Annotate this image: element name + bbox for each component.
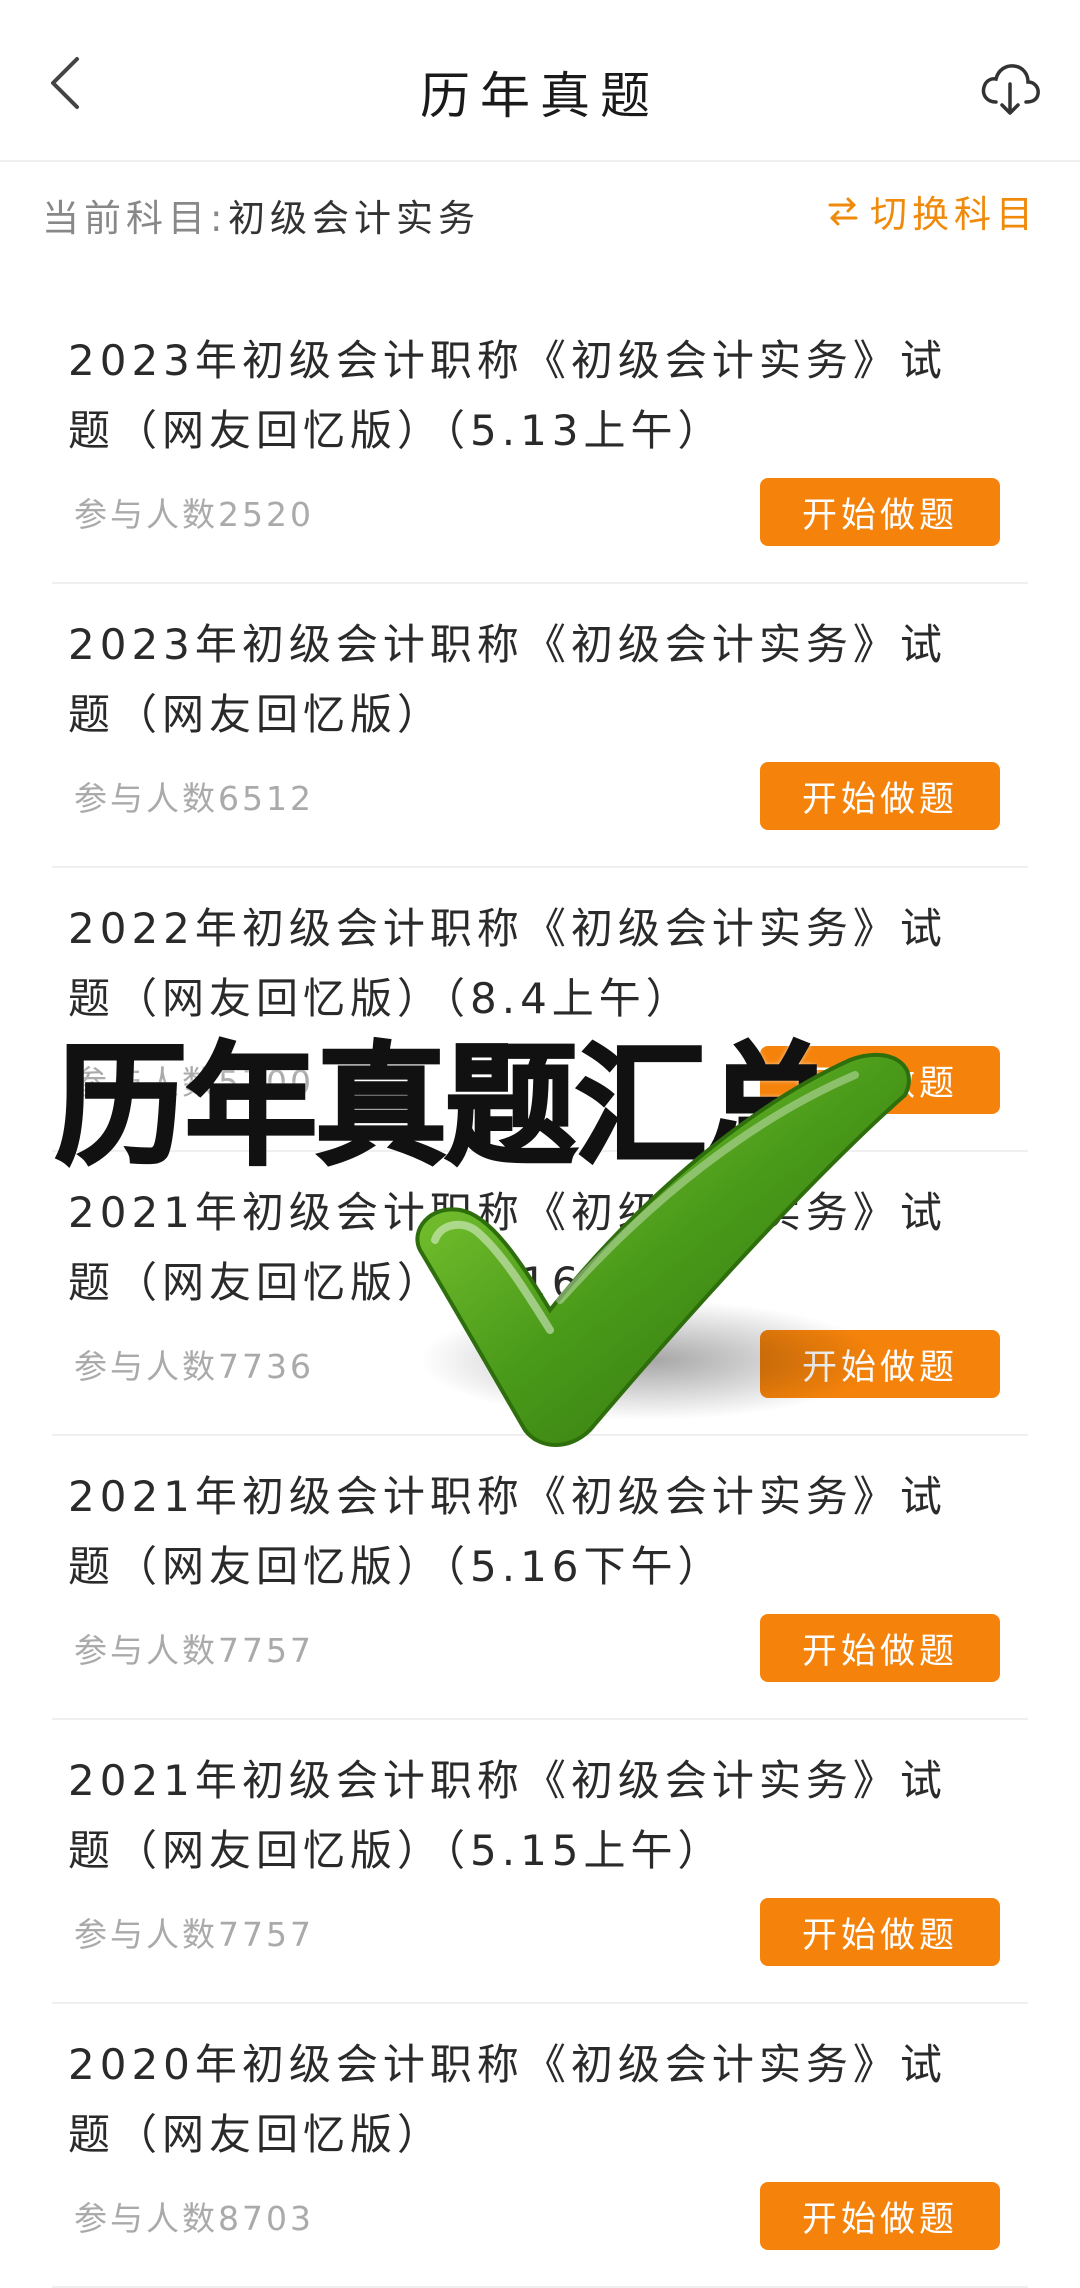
top-bar: 历年真题 [0, 0, 1080, 162]
start-exam-button[interactable]: 开始做题 [760, 2182, 1000, 2250]
start-exam-button[interactable]: 开始做题 [760, 1898, 1000, 1966]
subject-value: 初级会计实务 [228, 197, 480, 240]
list-item: 2023年初级会计职称《初级会计实务》试题（网友回忆版）（5.13上午） 参与人… [52, 300, 1028, 584]
list-item: 2020年初级会计职称《初级会计实务》试题（网友回忆版） 参与人数8703 开始… [52, 2004, 1028, 2288]
participant-count: 参与人数8703 [74, 2199, 314, 2238]
cloud-download-icon [981, 64, 1040, 115]
start-exam-button[interactable]: 开始做题 [760, 762, 1000, 830]
subject-bar: 当前科目: 初级会计实务 切换科目 [0, 162, 1080, 270]
start-exam-button[interactable]: 开始做题 [760, 478, 1000, 546]
participant-count: 参与人数2520 [74, 495, 314, 534]
download-button[interactable] [970, 50, 1050, 130]
swap-arrows-icon [828, 197, 858, 226]
exam-title[interactable]: 2023年初级会计职称《初级会计实务》试题（网友回忆版） [68, 610, 988, 750]
switch-subject-button[interactable]: 切换科目 [826, 184, 1038, 238]
participant-count: 参与人数7757 [74, 1631, 314, 1670]
exam-title[interactable]: 2023年初级会计职称《初级会计实务》试题（网友回忆版）（5.13上午） [68, 326, 988, 466]
page-title: 历年真题 [420, 67, 660, 125]
subject-label: 当前科目: [42, 197, 228, 240]
exam-title[interactable]: 2021年初级会计职称《初级会计实务》试题（网友回忆版）（5.16下午） [68, 1462, 988, 1602]
exam-title[interactable]: 2021年初级会计职称《初级会计实务》试题（网友回忆版）（5.15上午） [68, 1746, 988, 1886]
green-checkmark-icon [415, 1053, 911, 1447]
list-item: 2023年初级会计职称《初级会计实务》试题（网友回忆版） 参与人数6512 开始… [52, 584, 1028, 868]
participant-count: 参与人数7736 [74, 1347, 314, 1386]
participant-count: 参与人数7757 [74, 1915, 314, 1954]
switch-subject-label: 切换科目 [870, 193, 1038, 236]
exam-title[interactable]: 2020年初级会计职称《初级会计实务》试题（网友回忆版） [68, 2030, 988, 2170]
start-exam-button[interactable]: 开始做题 [760, 1614, 1000, 1682]
list-item: 2021年初级会计职称《初级会计实务》试题（网友回忆版）（5.16下午） 参与人… [52, 1436, 1028, 1720]
list-item: 2021年初级会计职称《初级会计实务》试题（网友回忆版）（5.15上午） 参与人… [52, 1720, 1028, 2004]
participant-count: 参与人数6512 [74, 779, 314, 818]
